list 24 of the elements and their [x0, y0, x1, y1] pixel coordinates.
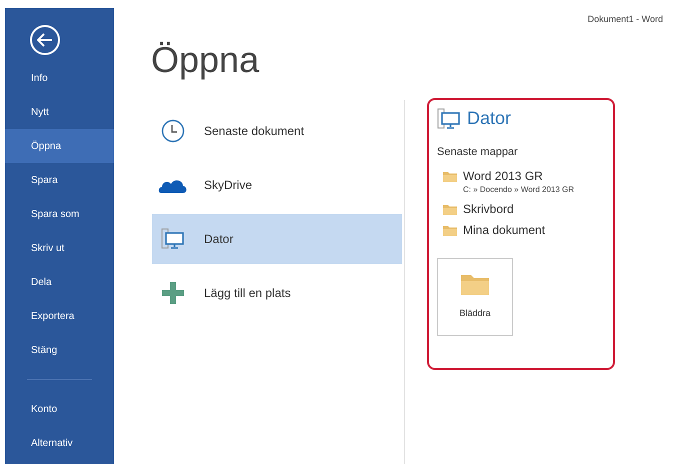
panel-title: Dator — [467, 107, 512, 130]
sidebar-item[interactable]: Spara som — [5, 197, 114, 231]
section-label: Senaste mappar — [437, 145, 519, 160]
folder-name[interactable]: Skrivbord — [463, 202, 514, 216]
folder-name[interactable]: Word 2013 GR — [463, 168, 574, 184]
page-heading: Öppna — [151, 42, 260, 78]
sidebar-item[interactable]: Öppna — [5, 129, 114, 163]
sidebar-item[interactable]: Konto — [5, 392, 114, 426]
place-item[interactable]: SkyDrive — [152, 160, 402, 210]
sidebar-item[interactable]: Nytt — [5, 95, 114, 129]
place-item[interactable]: Senaste dokument — [152, 106, 402, 156]
place-item[interactable]: Lägg till en plats — [152, 268, 402, 318]
sidebar-item[interactable]: Spara — [5, 163, 114, 197]
browse-button[interactable]: Bläddra — [437, 258, 513, 336]
sidebar-item[interactable]: Info — [5, 61, 114, 95]
folder-path: C: » Docendo » Word 2013 GR — [463, 184, 574, 196]
folder-name[interactable]: Mina dokument — [463, 222, 546, 238]
sidebar-item[interactable]: Alternativ — [5, 426, 114, 460]
sidebar-item[interactable]: Stäng — [5, 333, 114, 367]
sidebar-item[interactable]: Dela — [5, 265, 114, 299]
sidebar-item[interactable]: Exportera — [5, 299, 114, 333]
sidebar-item[interactable]: Skriv ut — [5, 231, 114, 265]
window-title: Dokument1 - Word — [588, 13, 663, 26]
place-item[interactable]: Dator — [152, 214, 402, 264]
